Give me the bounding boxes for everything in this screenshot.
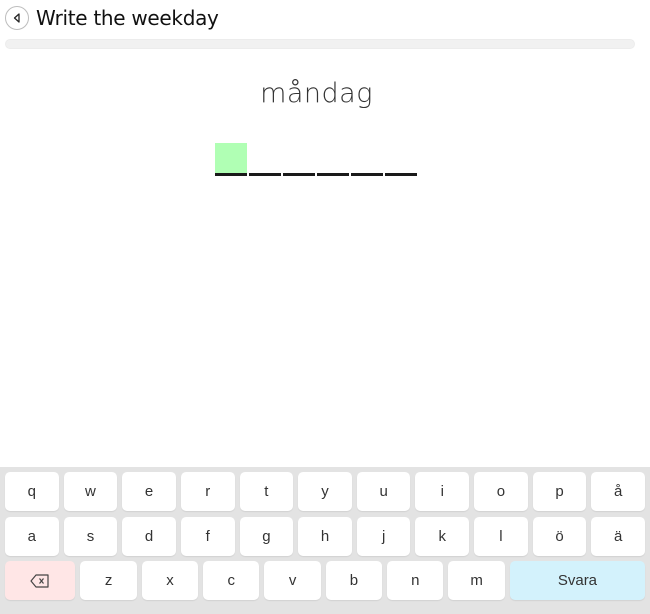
key-p[interactable]: p — [532, 472, 587, 511]
key-n[interactable]: n — [387, 561, 444, 600]
key-t[interactable]: t — [239, 472, 294, 511]
page-title: Write the weekday — [36, 6, 219, 30]
keyboard-row-1: qwertyuiopå — [5, 472, 646, 511]
key-c[interactable]: c — [203, 561, 260, 600]
backspace-key[interactable] — [5, 561, 76, 600]
prompt-word: måndag — [260, 78, 373, 109]
key-f[interactable]: f — [180, 517, 235, 556]
key-b[interactable]: b — [325, 561, 383, 600]
key-h[interactable]: h — [298, 517, 352, 556]
header: Write the weekday — [5, 5, 219, 31]
key-ö[interactable]: ö — [532, 517, 587, 556]
progress-bar — [5, 39, 635, 49]
key-å[interactable]: å — [591, 472, 646, 511]
key-k[interactable]: k — [415, 517, 470, 556]
backspace-icon — [30, 573, 49, 588]
key-v[interactable]: v — [264, 561, 321, 600]
key-o[interactable]: o — [474, 472, 528, 511]
key-w[interactable]: w — [63, 472, 118, 511]
answer-slot-active — [215, 143, 247, 176]
keyboard-row-2: asdfghjklöä — [5, 517, 646, 556]
answer-slot — [283, 143, 315, 176]
key-a[interactable]: a — [5, 517, 59, 556]
submit-button[interactable]: Svara — [509, 561, 646, 600]
key-s[interactable]: s — [63, 517, 118, 556]
answer-slot — [385, 143, 417, 176]
keyboard-row-3: z x c v b n m Svara — [5, 561, 646, 600]
answer-slot — [351, 143, 383, 176]
key-y[interactable]: y — [298, 472, 352, 511]
key-q[interactable]: q — [5, 472, 59, 511]
key-z[interactable]: z — [80, 561, 137, 600]
key-e[interactable]: e — [122, 472, 176, 511]
answer-slot — [317, 143, 349, 176]
key-x[interactable]: x — [141, 561, 199, 600]
key-ä[interactable]: ä — [591, 517, 646, 556]
on-screen-keyboard: qwertyuiopå asdfghjklöä z x c v b n m Svara — [0, 467, 650, 614]
key-m[interactable]: m — [448, 561, 505, 600]
back-button[interactable] — [5, 6, 29, 30]
key-i[interactable]: i — [415, 472, 470, 511]
answer-slot — [249, 143, 281, 176]
chevron-left-icon — [13, 13, 20, 23]
key-u[interactable]: u — [356, 472, 411, 511]
key-j[interactable]: j — [356, 517, 411, 556]
key-g[interactable]: g — [239, 517, 294, 556]
key-r[interactable]: r — [180, 472, 235, 511]
answer-slots — [215, 143, 417, 176]
key-d[interactable]: d — [122, 517, 176, 556]
key-l[interactable]: l — [474, 517, 528, 556]
